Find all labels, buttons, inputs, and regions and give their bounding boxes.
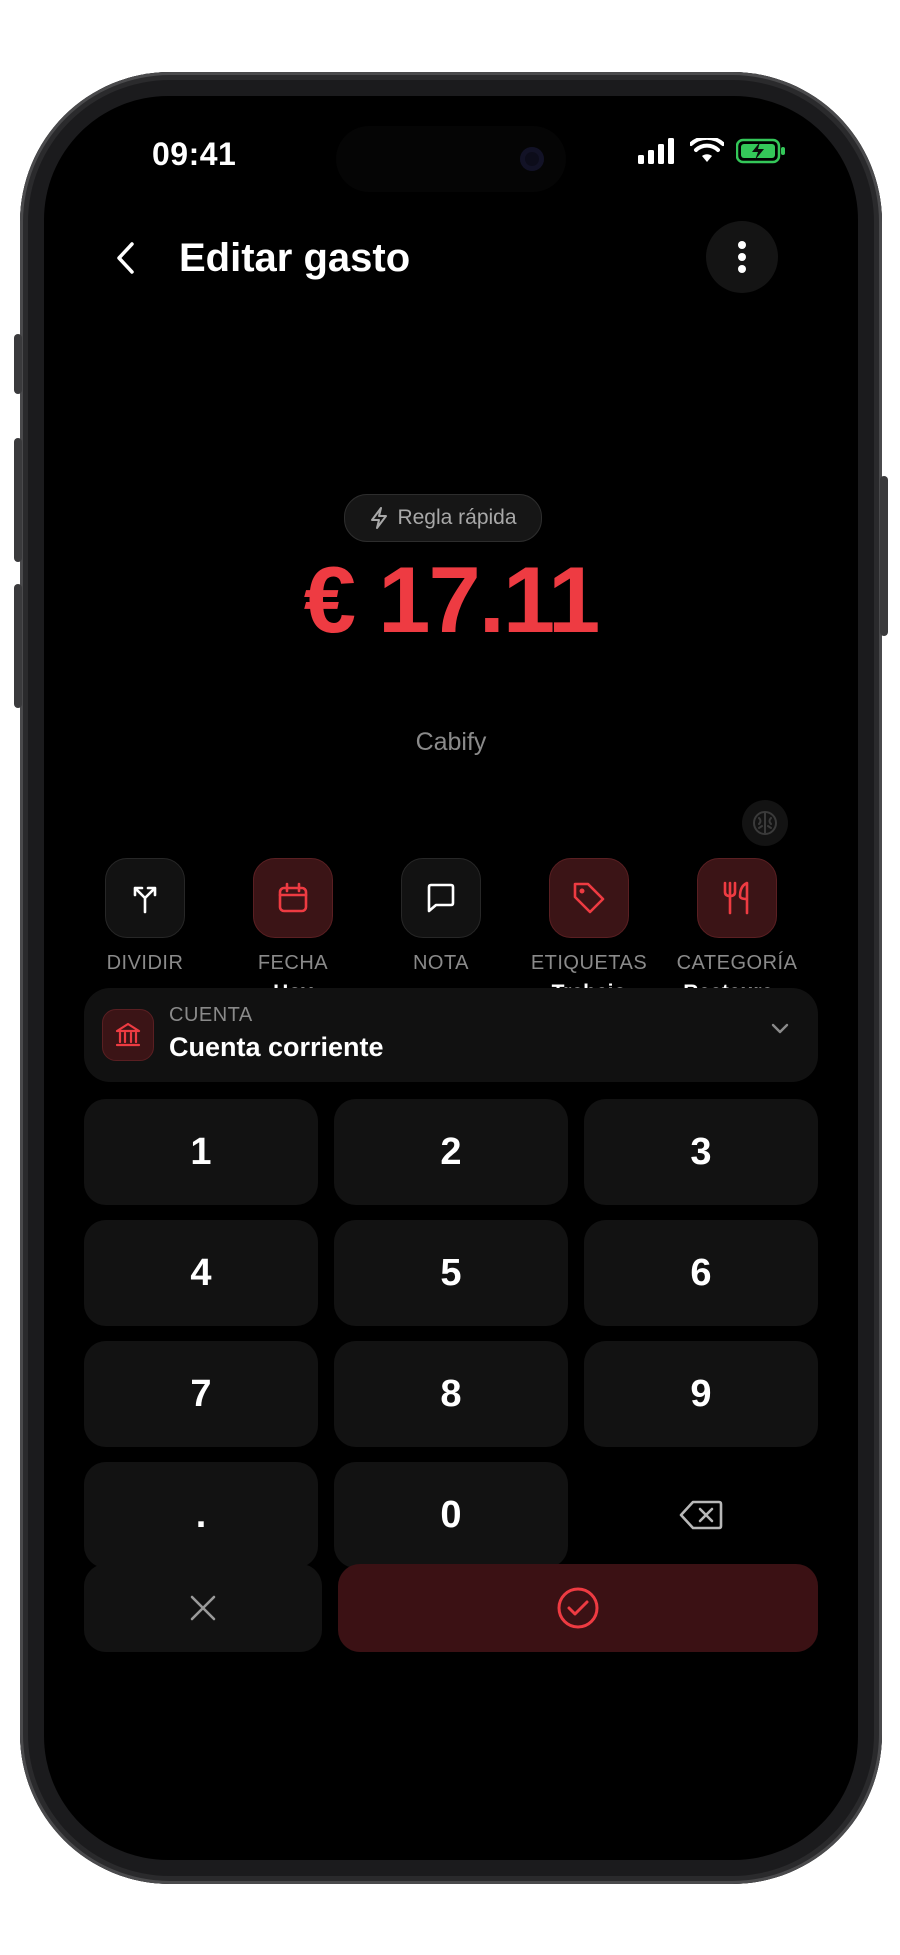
volume-down-button <box>14 584 22 708</box>
status-icons <box>638 138 786 164</box>
wifi-icon <box>690 138 724 162</box>
signal-icon <box>638 138 674 164</box>
header: Editar gasto <box>44 206 858 306</box>
cancel-button[interactable] <box>84 1564 322 1652</box>
tag-icon <box>573 882 605 914</box>
key-9[interactable]: 9 <box>584 1341 818 1447</box>
action-category[interactable]: CATEGORÍA Restaura... <box>662 858 812 1005</box>
page-title: Editar gasto <box>179 236 411 280</box>
more-vertical-icon <box>738 241 746 273</box>
ai-suggest-button[interactable] <box>742 800 788 846</box>
battery-icon <box>736 138 785 164</box>
key-0[interactable]: 0 <box>334 1462 568 1568</box>
quick-actions: DIVIDIR FECHA Hoy NOTA <box>44 858 858 1004</box>
key-2[interactable]: 2 <box>334 1099 568 1205</box>
action-button <box>14 334 22 394</box>
key-5[interactable]: 5 <box>334 1220 568 1326</box>
note-icon-wrap <box>401 858 481 938</box>
split-icon-wrap <box>105 858 185 938</box>
chevron-left-icon <box>117 242 134 274</box>
action-note[interactable]: NOTA <box>366 858 516 981</box>
restaurant-icon <box>723 881 749 915</box>
action-label: FECHA <box>257 952 329 974</box>
dynamic-island <box>336 126 566 192</box>
account-value: Cuenta corriente <box>169 1032 384 1062</box>
key-7[interactable]: 7 <box>84 1341 318 1447</box>
bank-icon-wrap <box>102 1009 154 1061</box>
note-icon <box>427 883 455 913</box>
status-time: 09:41 <box>152 136 237 172</box>
camera <box>520 147 544 171</box>
action-label: DIVIDIR <box>106 952 184 974</box>
more-options-button[interactable] <box>706 221 778 293</box>
action-label: CATEGORÍA <box>676 952 798 974</box>
power-button <box>880 476 888 636</box>
quick-rule-chip[interactable]: Regla rápida <box>344 494 542 542</box>
action-label: NOTA <box>412 952 470 974</box>
key-4[interactable]: 4 <box>84 1220 318 1326</box>
action-tags[interactable]: ETIQUETAS Trabajo <box>514 858 664 1005</box>
close-icon <box>190 1595 216 1621</box>
account-selector[interactable]: CUENTA Cuenta corriente <box>84 988 818 1082</box>
quick-rule-label: Regla rápida <box>397 506 517 529</box>
confirm-button[interactable] <box>338 1564 818 1652</box>
tag-icon-wrap <box>549 858 629 938</box>
calendar-icon-wrap <box>253 858 333 938</box>
action-date[interactable]: FECHA Hoy <box>218 858 368 1005</box>
screen: 09:41 Editar gasto Regla rápida € 17.11 … <box>44 96 858 1860</box>
backspace-button[interactable] <box>584 1462 818 1568</box>
bank-icon <box>115 1022 141 1047</box>
split-icon <box>133 886 157 914</box>
volume-up-button <box>14 438 22 562</box>
back-button[interactable] <box>96 228 156 288</box>
key-6[interactable]: 6 <box>584 1220 818 1326</box>
backspace-icon <box>679 1500 723 1530</box>
key-3[interactable]: 3 <box>584 1099 818 1205</box>
amount-display[interactable]: € 17.11 <box>44 546 858 654</box>
account-label: CUENTA <box>169 1004 253 1026</box>
key-1[interactable]: 1 <box>84 1099 318 1205</box>
key-decimal[interactable]: . <box>84 1462 318 1568</box>
brain-icon <box>753 811 777 835</box>
lightning-icon <box>371 507 388 529</box>
action-split[interactable]: DIVIDIR <box>70 858 220 981</box>
calendar-icon <box>278 882 308 913</box>
restaurant-icon-wrap <box>697 858 777 938</box>
check-circle-icon <box>557 1587 599 1629</box>
payee-name[interactable]: Cabify <box>44 728 858 757</box>
chevron-down-icon <box>771 1023 789 1034</box>
key-8[interactable]: 8 <box>334 1341 568 1447</box>
action-label: ETIQUETAS <box>530 952 648 974</box>
